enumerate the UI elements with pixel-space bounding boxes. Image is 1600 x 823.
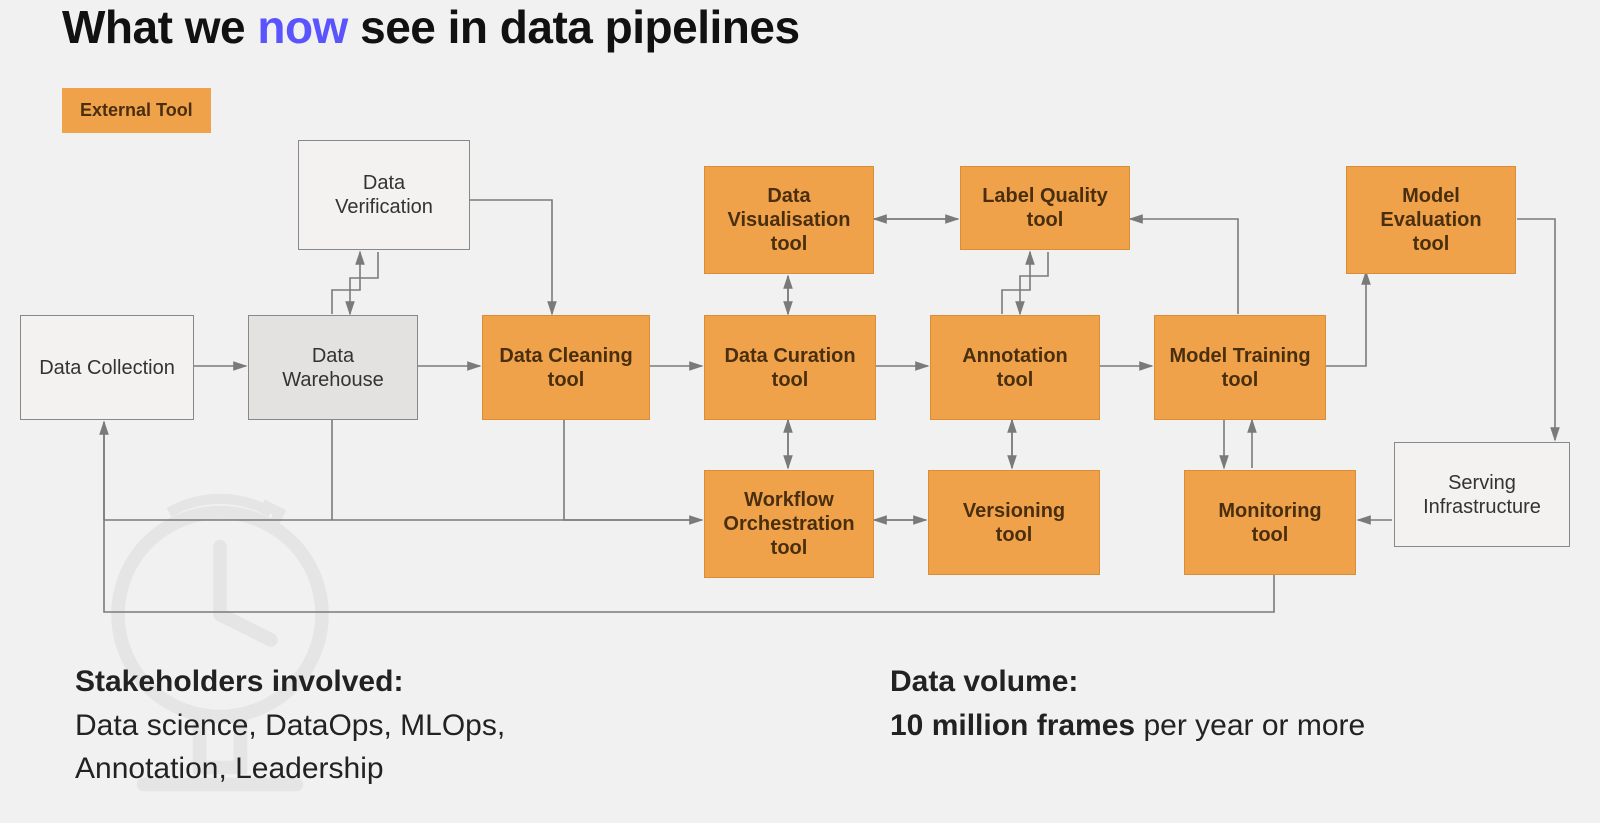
node-label: Data Cleaningtool bbox=[499, 344, 632, 392]
node-label: Data Collection bbox=[39, 356, 175, 380]
volume-rest: per year or more bbox=[1135, 709, 1365, 742]
volume-emph: 10 million frames bbox=[890, 709, 1135, 742]
stakeholders-body: Data science, DataOps, MLOps,Annotation,… bbox=[75, 704, 775, 791]
node-label: Data Curationtool bbox=[724, 344, 855, 392]
data-volume-block: Data volume: 10 million frames per year … bbox=[890, 660, 1590, 747]
node-label: Annotationtool bbox=[962, 344, 1068, 392]
node-label: Versioningtool bbox=[963, 499, 1065, 547]
stakeholders-block: Stakeholders involved: Data science, Dat… bbox=[75, 660, 775, 791]
volume-label: Data volume: bbox=[890, 660, 1590, 704]
node-data-curation: Data Curationtool bbox=[704, 315, 876, 420]
node-label: ModelEvaluationtool bbox=[1380, 184, 1481, 256]
node-label: ServingInfrastructure bbox=[1423, 471, 1541, 519]
title-prefix: What we bbox=[62, 1, 257, 53]
node-label: WorkflowOrchestrationtool bbox=[723, 488, 854, 560]
legend-external-tool: External Tool bbox=[62, 88, 211, 133]
volume-body: 10 million frames per year or more bbox=[890, 704, 1590, 748]
node-data-verification: DataVerification bbox=[298, 140, 470, 250]
node-model-evaluation: ModelEvaluationtool bbox=[1346, 166, 1516, 274]
node-data-collection: Data Collection bbox=[20, 315, 194, 420]
title-suffix: see in data pipelines bbox=[348, 1, 800, 53]
legend-label: External Tool bbox=[80, 100, 193, 120]
slide-title: What we now see in data pipelines bbox=[62, 0, 800, 54]
node-workflow-orchestration: WorkflowOrchestrationtool bbox=[704, 470, 874, 578]
node-versioning: Versioningtool bbox=[928, 470, 1100, 575]
node-annotation: Annotationtool bbox=[930, 315, 1100, 420]
node-label: Monitoringtool bbox=[1218, 499, 1321, 547]
node-label: DataVisualisationtool bbox=[727, 184, 850, 256]
slide: What we now see in data pipelines Extern… bbox=[0, 0, 1600, 823]
node-label: Label Qualitytool bbox=[982, 184, 1108, 232]
node-monitoring: Monitoringtool bbox=[1184, 470, 1356, 575]
node-label: DataWarehouse bbox=[282, 344, 384, 392]
node-serving-infrastructure: ServingInfrastructure bbox=[1394, 442, 1570, 547]
node-label: DataVerification bbox=[335, 171, 433, 219]
node-label: Model Trainingtool bbox=[1169, 344, 1310, 392]
node-label-quality: Label Qualitytool bbox=[960, 166, 1130, 250]
node-data-visualisation: DataVisualisationtool bbox=[704, 166, 874, 274]
node-data-warehouse: DataWarehouse bbox=[248, 315, 418, 420]
node-data-cleaning: Data Cleaningtool bbox=[482, 315, 650, 420]
node-model-training: Model Trainingtool bbox=[1154, 315, 1326, 420]
stakeholders-label: Stakeholders involved: bbox=[75, 660, 775, 704]
title-accent: now bbox=[257, 1, 347, 53]
